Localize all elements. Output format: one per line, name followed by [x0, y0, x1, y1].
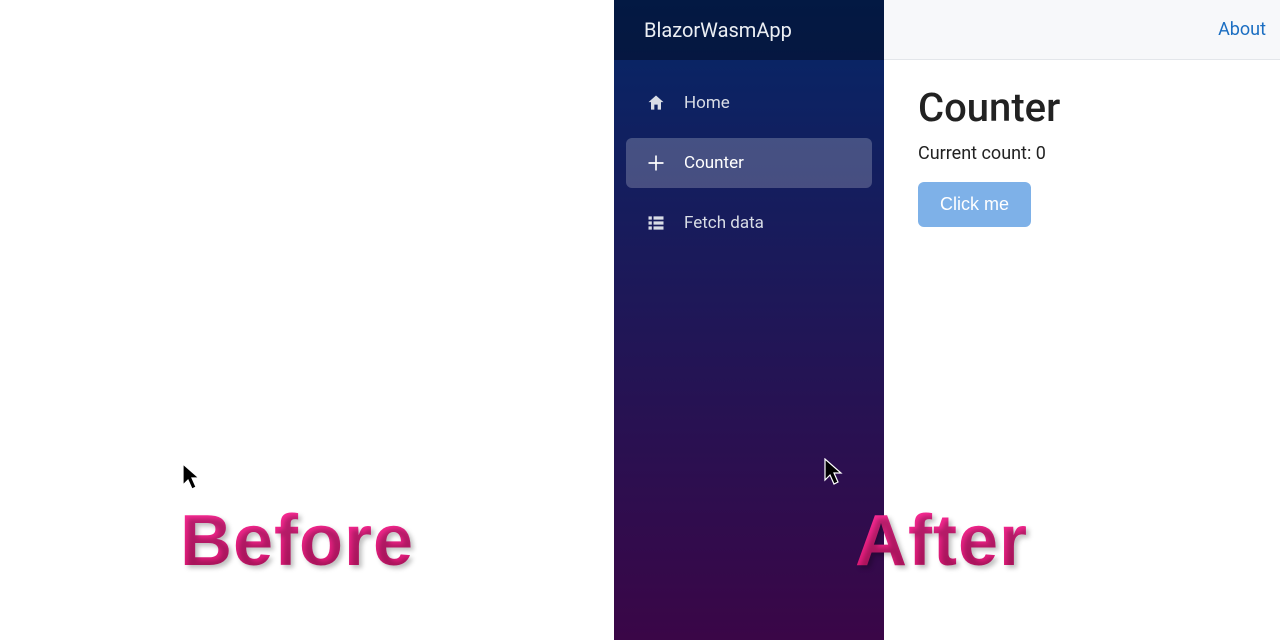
home-icon: [646, 93, 666, 113]
sidebar-item-label: Counter: [684, 153, 744, 173]
brand-bar: BlazorWasmApp: [614, 0, 884, 60]
about-link[interactable]: About: [1218, 19, 1266, 40]
click-me-button[interactable]: Click me: [918, 182, 1031, 227]
counter-value: Current count: 0: [918, 143, 1246, 164]
sidebar-item-home[interactable]: Home: [626, 78, 872, 128]
topbar: About: [884, 0, 1280, 60]
plus-icon: [646, 153, 666, 173]
list-icon: [646, 213, 666, 233]
brand-title: BlazorWasmApp: [644, 18, 792, 42]
sidebar-item-counter[interactable]: Counter: [626, 138, 872, 188]
sidebar-item-fetch-data[interactable]: Fetch data: [626, 198, 872, 248]
page-content: Counter Current count: 0 Click me: [884, 60, 1280, 251]
page-title: Counter: [918, 84, 1246, 131]
overlay-label-after: After: [855, 500, 1028, 582]
sidebar-item-label: Fetch data: [684, 213, 764, 233]
sidebar-item-label: Home: [684, 93, 730, 113]
nav: Home Counter Fetch data: [614, 60, 884, 266]
sidebar: BlazorWasmApp Home Counter: [614, 0, 884, 640]
overlay-label-before: Before: [180, 500, 414, 582]
